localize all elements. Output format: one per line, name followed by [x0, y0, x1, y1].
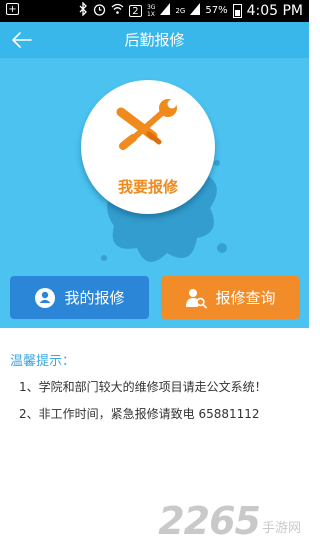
hero-panel: 我要报修 我的报修 报修查询	[0, 58, 309, 328]
page-title: 后勤报修	[124, 31, 185, 49]
repair-circle-button[interactable]: 我要报修	[81, 80, 215, 214]
signal-labels: 3G 1X	[147, 4, 155, 18]
tip-item: 1、学院和部门较大的维修项目请走公文系统！	[19, 380, 267, 394]
signal-2g-label: 2G	[175, 6, 186, 15]
tips-section: 温馨提示： 1、学院和部门较大的维修项目请走公文系统！ 2、非工作时间，紧急报修…	[0, 328, 309, 550]
watermark: 2265 手游网	[158, 502, 301, 540]
tips-title: 温馨提示：	[10, 354, 76, 369]
user-search-icon	[186, 288, 208, 308]
battery-percent: 57%	[205, 5, 228, 16]
repair-label: 我要报修	[117, 178, 178, 196]
wifi-icon	[111, 3, 124, 18]
user-pin-icon	[35, 287, 56, 308]
signal-bars-icon	[160, 3, 171, 18]
battery-icon	[232, 3, 242, 18]
repair-query-button[interactable]: 报修查询	[161, 276, 300, 319]
signal-1x-label: 1X	[146, 10, 155, 18]
clock: 4:05 PM	[246, 2, 303, 19]
my-repairs-label: 我的报修	[64, 289, 125, 307]
bluetooth-icon	[79, 1, 88, 19]
repair-query-label: 报修查询	[215, 289, 276, 307]
tip-item: 2、非工作时间，紧急报修请致电 65881112	[19, 407, 260, 421]
plus-notification-icon: +	[6, 3, 19, 15]
alarm-icon	[93, 3, 106, 19]
wrench-screwdriver-icon	[116, 99, 177, 150]
app-header: 后勤报修	[0, 22, 309, 62]
signal-3g-label: 3G	[146, 3, 156, 11]
my-repairs-button[interactable]: 我的报修	[10, 276, 149, 319]
network-badge: 2	[128, 4, 142, 17]
watermark-text: 手游网	[261, 521, 301, 536]
signal-bars-icon-2	[190, 3, 201, 18]
watermark-number: 2265	[158, 499, 261, 543]
status-bar: + 2 3G 1X 2G 57% 4:05 PM	[0, 0, 309, 22]
